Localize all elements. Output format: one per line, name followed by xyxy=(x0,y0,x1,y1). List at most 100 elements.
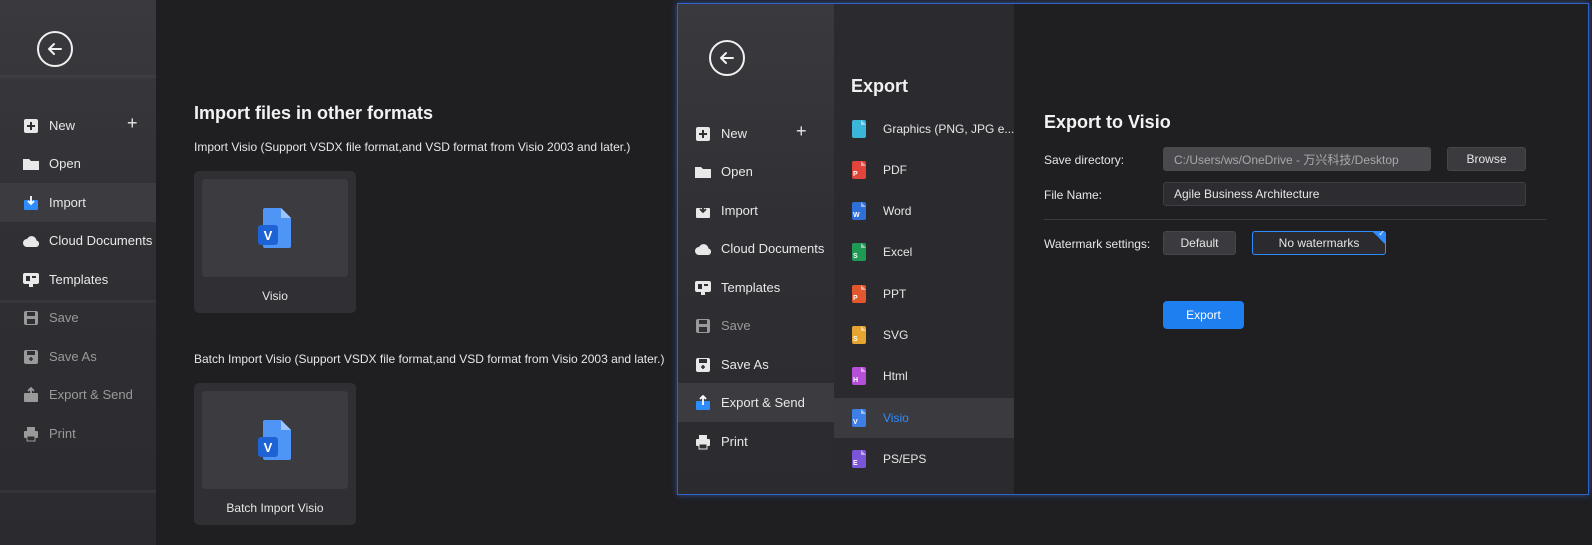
save-directory-label: Save directory: xyxy=(1044,153,1125,167)
watermark-default-button[interactable]: Default xyxy=(1163,231,1236,255)
sidebar-item-print[interactable]: Print xyxy=(0,414,156,453)
file-name-label: File Name: xyxy=(1044,188,1103,202)
sidebar-item-label: Print xyxy=(721,434,748,449)
sidebar-item-save-as[interactable]: Save As xyxy=(0,337,156,376)
format-label: Word xyxy=(883,204,912,218)
format-label: Excel xyxy=(883,245,913,259)
export-format-list: Export Graphics (PNG, JPG e... P PDF W W… xyxy=(834,4,1014,494)
back-arrow-button[interactable] xyxy=(709,40,745,76)
sidebar-item-label: Cloud Documents xyxy=(49,233,153,248)
export-heading: Export xyxy=(851,76,909,96)
format-excel[interactable]: S Excel xyxy=(834,232,1014,272)
sidebar-item-open[interactable]: Open xyxy=(0,144,156,183)
sidebar-item-open[interactable]: Open xyxy=(678,152,834,191)
sidebar-item-label: Print xyxy=(49,426,76,441)
file-name-input[interactable]: Agile Business Architecture xyxy=(1163,182,1526,206)
sidebar-item-label: Templates xyxy=(721,280,781,295)
sidebar-item-templates[interactable]: Templates xyxy=(0,260,156,299)
import-visio-card[interactable]: V Visio xyxy=(194,171,356,313)
sidebar-item-label: Export & Send xyxy=(721,395,805,410)
sidebar-item-label: Import xyxy=(721,203,758,218)
sidebar-item-label: Save As xyxy=(721,357,769,372)
watermark-settings-label: Watermark settings: xyxy=(1044,237,1151,251)
plus-icon[interactable]: + xyxy=(127,113,138,134)
ppt-file-icon: P xyxy=(852,285,866,303)
svg-text:V: V xyxy=(264,440,273,455)
format-label: Html xyxy=(883,369,908,383)
sidebar-item-cloud-documents[interactable]: Cloud Documents xyxy=(678,229,834,268)
right-sidebar: New + Open Import Cloud Documents Templa… xyxy=(678,4,834,494)
save-icon xyxy=(22,309,40,327)
sidebar-item-import[interactable]: Import xyxy=(0,183,156,222)
back-arrow-button[interactable] xyxy=(37,31,73,67)
sidebar-item-label: Import xyxy=(49,195,86,210)
sidebar-item-new[interactable]: New xyxy=(678,114,834,153)
format-label: Graphics (PNG, JPG e... xyxy=(883,122,1014,136)
plus-icon[interactable]: + xyxy=(796,121,807,142)
format-ps-eps[interactable]: E PS/EPS xyxy=(834,439,1014,479)
eps-file-icon: E xyxy=(852,450,866,468)
save-icon xyxy=(694,317,712,335)
sidebar-item-export-send[interactable]: Export & Send xyxy=(678,383,834,422)
cloud-icon xyxy=(694,240,712,258)
import-icon xyxy=(22,194,40,212)
sidebar-item-label: Save xyxy=(49,310,79,325)
format-label: PS/EPS xyxy=(883,452,927,466)
export-button[interactable]: Export xyxy=(1163,301,1244,329)
left-sidebar: New + Open Import Cloud Documents Templa… xyxy=(0,0,156,545)
check-icon xyxy=(1372,231,1386,245)
sidebar-item-import[interactable]: Import xyxy=(678,191,834,230)
export-icon xyxy=(694,394,712,412)
card-label: Visio xyxy=(262,289,288,303)
sidebar-item-label: Open xyxy=(49,156,81,171)
sidebar-item-save[interactable]: Save xyxy=(0,298,156,337)
sidebar-item-label: New xyxy=(49,118,76,133)
html-file-icon: H xyxy=(852,367,866,385)
image-file-icon xyxy=(852,120,866,138)
export-title: Export to Visio xyxy=(1044,112,1171,132)
sidebar-item-print[interactable]: Print xyxy=(678,422,834,461)
arrow-left-icon xyxy=(48,43,62,55)
sidebar-item-templates[interactable]: Templates xyxy=(678,268,834,307)
sidebar-item-save-as[interactable]: Save As xyxy=(678,345,834,384)
batch-import-visio-card[interactable]: V Batch Import Visio xyxy=(194,383,356,525)
word-file-icon: W xyxy=(852,202,866,220)
visio-file-icon: V xyxy=(258,208,291,248)
format-label: PPT xyxy=(883,287,907,301)
format-pdf[interactable]: P PDF xyxy=(834,150,1014,190)
save-as-icon xyxy=(22,348,40,366)
sidebar-item-label: Cloud Documents xyxy=(721,241,825,256)
import-icon xyxy=(694,202,712,220)
format-html[interactable]: H Html xyxy=(834,356,1014,396)
import-description: Import Visio (Support VSDX file format,a… xyxy=(194,140,631,154)
card-label: Batch Import Visio xyxy=(226,501,324,515)
sidebar-item-label: Export & Send xyxy=(49,387,133,402)
export-settings-panel: Export to Visio Save directory: C:/Users… xyxy=(1014,4,1588,494)
browse-button[interactable]: Browse xyxy=(1447,147,1526,171)
sidebar-item-cloud-documents[interactable]: Cloud Documents xyxy=(0,221,156,260)
svg-text:V: V xyxy=(264,228,273,243)
sidebar-item-save[interactable]: Save xyxy=(678,306,834,345)
sidebar-item-label: Save xyxy=(721,318,751,333)
format-label: Visio xyxy=(883,411,909,425)
save-directory-field[interactable]: C:/Users/ws/OneDrive - 万兴科技/Desktop xyxy=(1163,147,1431,171)
plus-square-icon xyxy=(22,117,40,135)
format-graphics[interactable]: Graphics (PNG, JPG e... xyxy=(834,109,1014,149)
save-as-icon xyxy=(694,356,712,374)
visio-file-icon: V xyxy=(852,409,866,427)
print-icon xyxy=(22,425,40,443)
batch-import-description: Batch Import Visio (Support VSDX file fo… xyxy=(194,352,665,366)
button-label: No watermarks xyxy=(1278,236,1360,250)
format-ppt[interactable]: P PPT xyxy=(834,274,1014,314)
plus-square-icon xyxy=(694,125,712,143)
no-watermarks-button[interactable]: No watermarks xyxy=(1252,231,1386,255)
format-svg[interactable]: S SVG xyxy=(834,315,1014,355)
sidebar-item-label: New xyxy=(721,126,748,141)
sidebar-item-label: Templates xyxy=(49,272,109,287)
page-title: Import files in other formats xyxy=(194,103,434,123)
sidebar-item-export-send[interactable]: Export & Send xyxy=(0,375,156,414)
format-word[interactable]: W Word xyxy=(834,191,1014,231)
format-visio[interactable]: V Visio xyxy=(834,398,1014,438)
export-screen: New + Open Import Cloud Documents Templa… xyxy=(677,3,1589,495)
sidebar-item-label: Open xyxy=(721,164,753,179)
